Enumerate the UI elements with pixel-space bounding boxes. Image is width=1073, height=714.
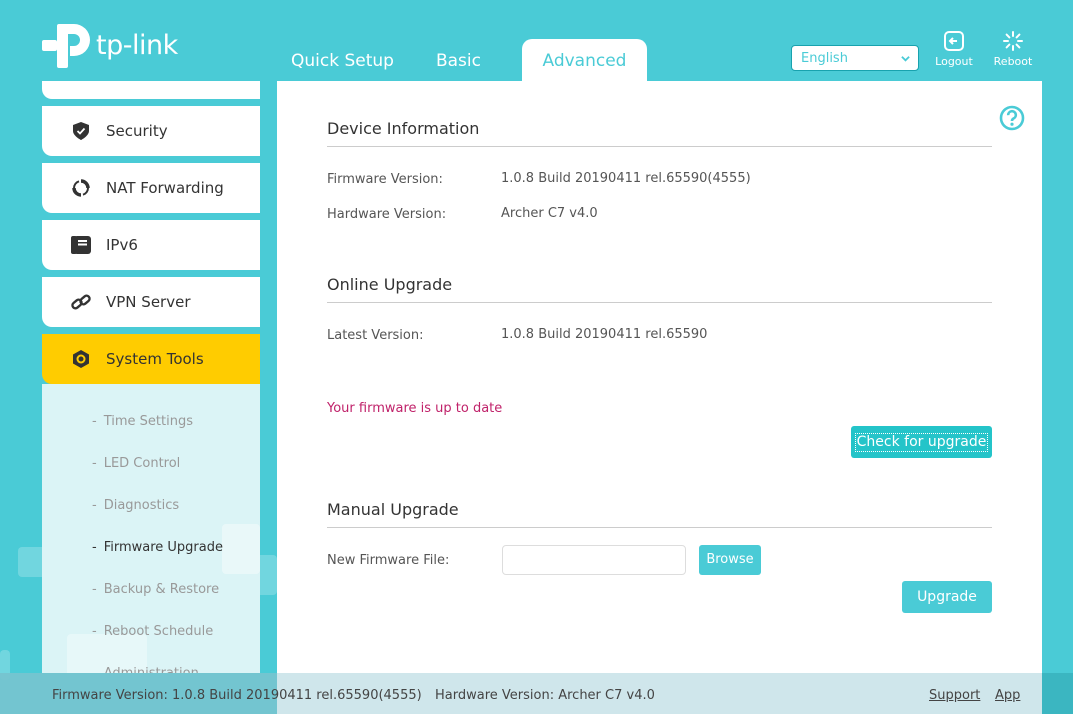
logo-text: tp-link (96, 29, 178, 61)
tab-quick-setup[interactable]: Quick Setup (270, 39, 415, 81)
submenu-label: Reboot Schedule (103, 624, 214, 639)
divider (327, 527, 992, 528)
logout-button[interactable]: Logout (929, 30, 979, 68)
tp-link-logo: tp-link (42, 20, 178, 70)
browse-button[interactable]: Browse (699, 545, 761, 575)
submenu-item-backup-restore[interactable]: - Backup & Restore (92, 582, 219, 597)
main-panel: Device Information Firmware Version: 1.0… (277, 81, 1042, 673)
submenu-label: LED Control (103, 456, 181, 471)
submenu-item-diagnostics[interactable]: - Diagnostics (92, 498, 179, 513)
logout-icon (944, 31, 964, 51)
footer-right-band (1042, 673, 1073, 714)
help-icon[interactable] (999, 105, 1025, 131)
divider (327, 302, 992, 303)
sidebar-item-label: VPN Server (106, 293, 191, 311)
check-for-upgrade-label: Check for upgrade (854, 433, 989, 452)
system-tools-submenu: - Time Settings - LED Control - Diagnostics… (42, 384, 260, 673)
footer-hardware-version: Hardware Version: Archer C7 v4.0 (435, 688, 655, 703)
support-link[interactable]: Support (929, 688, 980, 703)
firmware-version-value: 1.0.8 Build 20190411 rel.65590(4555) (501, 171, 751, 186)
tp-link-logo-icon (42, 24, 90, 68)
submenu-item-led-control[interactable]: - LED Control (92, 456, 180, 471)
dash: - (92, 498, 97, 513)
tab-advanced[interactable]: Advanced (521, 39, 647, 81)
upgrade-button[interactable]: Upgrade (902, 581, 992, 613)
submenu-label: Firmware Upgrade (103, 540, 223, 555)
decor-square (222, 524, 260, 574)
tab-basic[interactable]: Basic (415, 39, 502, 81)
new-firmware-file-label: New Firmware File: (327, 553, 450, 568)
submenu-item-reboot-schedule[interactable]: - Reboot Schedule (92, 624, 213, 639)
dash: - (92, 540, 97, 555)
document-icon (71, 235, 91, 255)
reboot-label: Reboot (993, 55, 1033, 68)
firmware-version-label: Firmware Version: (327, 172, 443, 187)
language-selected: English (801, 50, 848, 66)
reboot-button[interactable]: Reboot (988, 30, 1038, 68)
submenu-item-administration[interactable]: -Administration (92, 666, 199, 673)
refresh-arrows-icon (71, 178, 91, 198)
submenu-label: Administration (104, 666, 199, 673)
submenu-label: Backup & Restore (103, 582, 220, 597)
dash: - (92, 582, 97, 597)
link-icon (71, 292, 91, 312)
reboot-icon (1003, 31, 1023, 51)
submenu-label: Time Settings (103, 414, 193, 429)
dash: - (92, 456, 97, 471)
shield-icon (71, 121, 91, 141)
online-upgrade-title: Online Upgrade (327, 275, 453, 294)
sidebar-item-ipv6[interactable]: IPv6 (42, 220, 260, 270)
sidebar-item-system-tools[interactable]: System Tools (42, 334, 260, 384)
firmware-status-message: Your firmware is up to date (327, 401, 503, 416)
submenu-item-firmware-upgrade[interactable]: - Firmware Upgrade (92, 540, 223, 555)
firmware-file-input[interactable] (502, 545, 686, 575)
sidebar-item-partial[interactable] (42, 81, 260, 99)
sidebar-item-label: NAT Forwarding (106, 179, 224, 197)
sidebar-item-security[interactable]: Security (42, 106, 260, 156)
submenu-item-time-settings[interactable]: - Time Settings (92, 414, 193, 429)
divider (327, 146, 992, 147)
sidebar: Security NAT Forwarding IPv6 VPN Server … (42, 81, 260, 673)
sidebar-item-label: System Tools (106, 350, 204, 368)
chevron-down-icon (901, 55, 910, 62)
latest-version-label: Latest Version: (327, 328, 424, 343)
hardware-version-value: Archer C7 v4.0 (501, 206, 598, 221)
gear-icon (71, 349, 91, 369)
sidebar-item-vpn-server[interactable]: VPN Server (42, 277, 260, 327)
footer-firmware-version: Firmware Version: 1.0.8 Build 20190411 r… (52, 688, 422, 703)
language-select[interactable]: English (791, 45, 919, 71)
sidebar-item-label: Security (106, 122, 168, 140)
dash: - (92, 414, 97, 429)
dash: - (92, 624, 97, 639)
submenu-label: Diagnostics (103, 498, 180, 513)
hardware-version-label: Hardware Version: (327, 207, 447, 222)
sidebar-item-label: IPv6 (106, 236, 138, 254)
manual-upgrade-title: Manual Upgrade (327, 500, 459, 519)
main-tabs: Quick Setup Basic Advanced (270, 39, 647, 81)
app-link[interactable]: App (995, 688, 1020, 703)
footer: Firmware Version: 1.0.8 Build 20190411 r… (0, 673, 1073, 714)
logout-label: Logout (935, 55, 973, 68)
sidebar-item-nat-forwarding[interactable]: NAT Forwarding (42, 163, 260, 213)
check-for-upgrade-button[interactable]: Check for upgrade (851, 426, 992, 458)
latest-version-value: 1.0.8 Build 20190411 rel.65590 (501, 327, 708, 342)
device-information-title: Device Information (327, 119, 480, 138)
